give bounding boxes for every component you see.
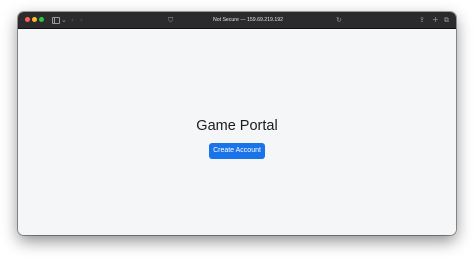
close-window-button[interactable] xyxy=(25,17,30,22)
browser-window: ⌄ ‹ › ⛉ Not Secure — 159.69.219.192 ↻ ⇪ … xyxy=(18,12,456,235)
maximize-window-button[interactable] xyxy=(39,17,44,22)
page-content: Game Portal Create Account xyxy=(18,29,456,235)
create-account-button[interactable]: Create Account xyxy=(209,143,265,159)
chevron-down-icon[interactable]: ⌄ xyxy=(61,15,67,25)
share-icon[interactable]: ⇪ xyxy=(419,15,425,25)
forward-arrow-icon[interactable]: › xyxy=(80,15,83,25)
browser-toolbar: ⌄ ‹ › ⛉ Not Secure — 159.69.219.192 ↻ ⇪ … xyxy=(18,12,456,29)
reload-icon[interactable]: ↻ xyxy=(336,15,342,25)
plus-icon[interactable]: + xyxy=(432,15,439,25)
shield-icon: ⛉ xyxy=(168,16,174,24)
page-title: Game Portal xyxy=(196,118,278,134)
sidebar-icon[interactable] xyxy=(52,17,60,24)
tab-overview-icon[interactable]: ⧉ xyxy=(444,15,449,25)
minimize-window-button[interactable] xyxy=(32,17,37,22)
back-arrow-icon[interactable]: ‹ xyxy=(71,15,74,25)
address-bar[interactable]: Not Secure — 159.69.219.192 xyxy=(178,15,318,25)
